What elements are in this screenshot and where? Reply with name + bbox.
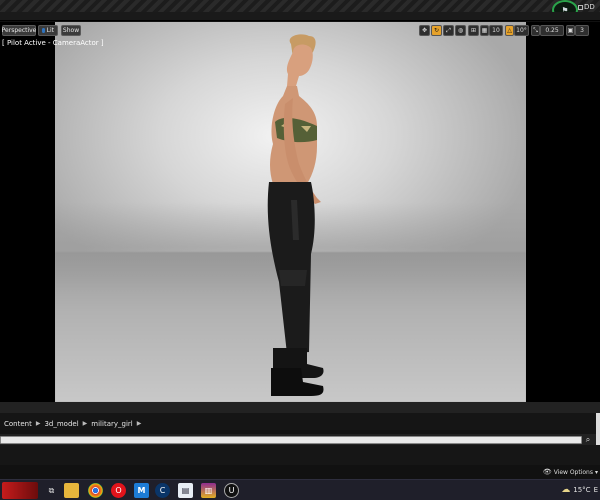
archive-app-icon[interactable]: ▥ xyxy=(201,483,216,498)
world-local-toggle[interactable]: ◍ xyxy=(455,25,466,36)
breadcrumb-content[interactable]: Content xyxy=(0,420,36,428)
level-editor-toolbar xyxy=(0,12,600,21)
rotate-tool-button[interactable]: ↻ xyxy=(431,25,442,36)
grid-size-value: 10 xyxy=(492,27,500,34)
tray-letter[interactable]: E xyxy=(594,486,598,494)
camera-icon: ▣ xyxy=(567,27,574,34)
angle-icon: △ xyxy=(507,27,512,34)
search-row: ⌕ xyxy=(0,434,600,445)
c-app-icon[interactable]: C xyxy=(155,483,170,498)
temperature-label[interactable]: 15°C xyxy=(573,486,590,494)
lit-label: Lit xyxy=(46,27,54,34)
asset-view[interactable] xyxy=(0,445,600,465)
scale-snap-toggle[interactable]: ⤡ xyxy=(531,25,540,36)
translate-tool-button[interactable]: ✥ xyxy=(419,25,430,36)
grid-icon: ▦ xyxy=(481,27,488,34)
square-icon xyxy=(578,4,583,10)
scale-tool-button[interactable]: ⤢ xyxy=(443,25,454,36)
scale-snap-icon: ⤡ xyxy=(533,26,538,34)
grid-snap-toggle[interactable]: ▦ xyxy=(480,25,489,36)
files-app-icon[interactable]: ▤ xyxy=(178,483,193,498)
view-options-label: View Options xyxy=(553,468,593,476)
top-right-menu[interactable]: DD xyxy=(578,2,600,12)
scale-size-value: 0.25 xyxy=(545,27,559,34)
title-bar-strip: ⚑ DD xyxy=(0,0,600,20)
scale-icon: ⤢ xyxy=(446,26,451,34)
camera-speed-toggle[interactable]: ▣ xyxy=(566,25,575,36)
model-head xyxy=(286,44,313,86)
m-app-label: M xyxy=(137,486,146,495)
surface-snap-icon: ⊞ xyxy=(470,27,477,34)
chrome-icon[interactable] xyxy=(88,483,103,498)
viewport-scene[interactable] xyxy=(55,22,526,402)
system-tray: ☁ 15°C E xyxy=(561,485,598,495)
show-label: Show xyxy=(62,27,80,34)
lit-button[interactable]: Lit xyxy=(38,25,58,36)
character-model[interactable] xyxy=(55,22,526,402)
scale-size-button[interactable]: 0.25 xyxy=(540,25,564,36)
file-explorer-icon[interactable] xyxy=(64,483,79,498)
model-pants xyxy=(267,182,315,354)
perspective-label: Perspective xyxy=(1,27,37,34)
weather-icon[interactable]: ☁ xyxy=(561,485,570,495)
camera-speed-button[interactable]: 3 xyxy=(575,25,589,36)
top-right-label: DD xyxy=(584,3,595,11)
chevron-down-icon: ▾ xyxy=(594,468,598,476)
view-options-button[interactable]: 👁 View Options ▾ xyxy=(543,468,598,476)
eye-icon: 👁 xyxy=(542,468,552,476)
angle-size-button[interactable]: 10° xyxy=(514,25,529,36)
os-taskbar: ⧉ O M C ▤ ▥ U ☁ 15°C E xyxy=(0,479,600,500)
unreal-engine-icon[interactable]: U xyxy=(224,483,239,498)
angle-size-value: 10° xyxy=(516,27,527,34)
opera-icon[interactable]: O xyxy=(111,483,126,498)
breadcrumb-military-girl[interactable]: military_girl xyxy=(87,420,136,428)
move-icon: ✥ xyxy=(421,27,428,34)
m-app-icon[interactable]: M xyxy=(134,483,149,498)
rotate-icon: ↻ xyxy=(433,27,440,34)
model-pants-pocket xyxy=(279,270,307,286)
camera-speed-value: 3 xyxy=(580,27,584,34)
c-app-label: C xyxy=(159,486,166,495)
chevron-right-icon[interactable]: ▶ xyxy=(137,420,142,427)
grid-size-button[interactable]: 10 xyxy=(489,25,503,36)
search-input[interactable] xyxy=(0,436,582,444)
level-viewport[interactable]: Perspective Lit Show [ Pilot Active - Ca… xyxy=(0,22,600,402)
globe-icon: ◍ xyxy=(457,27,464,34)
show-button[interactable]: Show xyxy=(61,25,81,36)
breadcrumb-3d-model[interactable]: 3d_model xyxy=(40,420,82,428)
task-view-icon[interactable]: ⧉ xyxy=(44,483,59,498)
search-icon[interactable]: ⌕ xyxy=(583,435,593,445)
surface-snap-button[interactable]: ⊞ xyxy=(468,25,479,36)
panel-divider[interactable] xyxy=(0,402,600,413)
perspective-button[interactable]: Perspective xyxy=(2,25,36,36)
pilot-status-label: [ Pilot Active - CameraActor ] xyxy=(2,39,104,47)
pinned-app-button[interactable] xyxy=(2,482,38,499)
breadcrumb: Content ▶ 3d_model ▶ military_girl ▶ xyxy=(0,413,600,434)
angle-snap-toggle[interactable]: △ xyxy=(505,25,514,36)
lit-icon xyxy=(42,28,45,33)
